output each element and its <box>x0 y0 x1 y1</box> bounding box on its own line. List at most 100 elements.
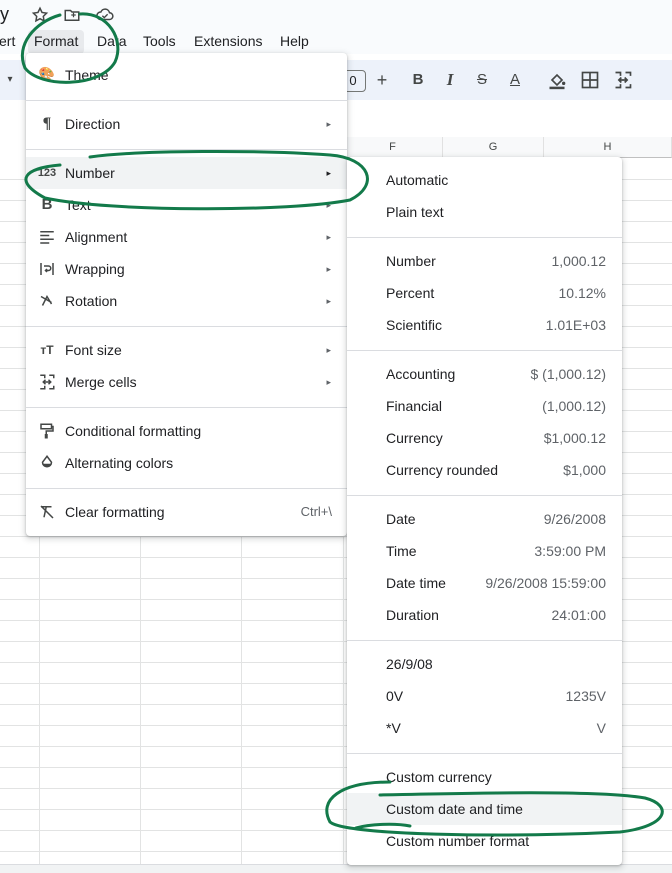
menu-item-number-format[interactable]: Date 9/26/2008 <box>347 503 622 535</box>
text-wrap-icon <box>40 263 54 275</box>
text-rotation-icon <box>40 294 53 306</box>
menu-divider <box>26 488 347 489</box>
menu-item-number-format[interactable]: Date time 9/26/2008 15:59:00 <box>347 567 622 599</box>
menu-item-number-format[interactable]: 0V 1235V <box>347 680 622 712</box>
menu-item-custom-date-time[interactable]: Custom date and time <box>347 793 622 825</box>
menu-divider <box>26 326 347 327</box>
submenu-arrow-icon: ▸ <box>326 168 331 178</box>
column-header-g[interactable]: G <box>443 137 544 158</box>
menu-item-wrapping[interactable]: Wrapping ▸ <box>26 253 347 285</box>
menu-item-font-size[interactable]: тT Font size ▸ <box>26 334 347 366</box>
pilcrow-icon: ¶ <box>42 115 52 132</box>
menu-item-number-format[interactable]: Currency rounded $1,000 <box>347 454 622 486</box>
fill-color-icon[interactable] <box>547 70 567 90</box>
menu-item-number-format[interactable]: Financial (1,000.12) <box>347 390 622 422</box>
submenu-arrow-icon: ▸ <box>326 264 331 274</box>
sheet-tabs-bar <box>0 864 672 873</box>
format-example: $1,000.12 <box>543 430 606 446</box>
menu-item-merge-cells[interactable]: Merge cells ▸ <box>26 366 347 398</box>
document-title[interactable]: y <box>0 4 9 25</box>
clear-format-icon <box>40 505 54 519</box>
bold-text-icon: B <box>41 196 53 213</box>
menu-item-plain-text[interactable]: Plain text <box>347 196 622 228</box>
menu-item-number-format[interactable]: Duration 24:01:00 <box>347 599 622 631</box>
menubar: ert Format Data Tools Extensions Help <box>0 30 672 54</box>
format-example: (1,000.12) <box>542 398 606 414</box>
menu-extensions[interactable]: Extensions <box>188 30 268 54</box>
menu-item-number-format[interactable]: Scientific 1.01E+03 <box>347 309 622 341</box>
dropdown-arrow-icon[interactable]: ▾ <box>0 70 20 90</box>
paint-roller-icon <box>40 423 54 439</box>
menu-divider <box>347 753 622 754</box>
format-example: 1,000.12 <box>551 253 607 269</box>
format-example: V <box>596 720 606 736</box>
shortcut-label: Ctrl+\ <box>300 504 332 519</box>
menu-item-number-format[interactable]: 26/9/08 <box>347 648 622 680</box>
number-submenu: Automatic Plain text Number 1,000.12 Perce… <box>347 157 622 865</box>
menu-divider <box>347 640 622 641</box>
folder-icon[interactable] <box>63 6 81 24</box>
submenu-arrow-icon: ▸ <box>326 200 331 210</box>
submenu-arrow-icon: ▸ <box>326 296 331 306</box>
menu-divider <box>26 100 347 101</box>
italic-button[interactable]: I <box>440 70 460 90</box>
format-example: $ (1,000.12) <box>530 366 607 382</box>
menu-item-number[interactable]: 123 Number ▸ <box>26 157 347 189</box>
menu-item-automatic[interactable]: Automatic <box>347 164 622 196</box>
menu-help[interactable]: Help <box>274 30 315 54</box>
text-color-button[interactable]: A <box>505 70 525 90</box>
format-example: 9/26/2008 <box>543 511 606 527</box>
font-size-icon: тT <box>40 343 54 357</box>
column-header-f[interactable]: F <box>343 137 443 158</box>
cloud-status-icon[interactable] <box>95 6 115 24</box>
format-menu: 🎨 Theme ¶ Direction ▸ 123 Number ▸ B Tex… <box>26 53 347 536</box>
menu-item-conditional-formatting[interactable]: Conditional formatting <box>26 415 347 447</box>
submenu-arrow-icon: ▸ <box>326 232 331 242</box>
format-example: 3:59:00 PM <box>534 543 606 559</box>
menu-divider <box>347 237 622 238</box>
menu-item-number-format[interactable]: Number 1,000.12 <box>347 245 622 277</box>
number-format-icon: 123 <box>37 167 57 179</box>
merge-cells-icon[interactable] <box>613 70 633 90</box>
menu-item-number-format[interactable]: Percent 10.12% <box>347 277 622 309</box>
merge-cells-icon <box>40 374 55 390</box>
menu-item-direction[interactable]: ¶ Direction ▸ <box>26 108 347 140</box>
menu-divider <box>26 149 347 150</box>
menu-item-number-format[interactable]: Time 3:59:00 PM <box>347 535 622 567</box>
menu-divider <box>347 350 622 351</box>
menu-item-text[interactable]: B Text ▸ <box>26 189 347 221</box>
menu-item-alignment[interactable]: Alignment ▸ <box>26 221 347 253</box>
menu-divider <box>347 495 622 496</box>
format-example: $1,000 <box>563 462 606 478</box>
menu-tools[interactable]: Tools <box>137 30 182 54</box>
title-row: y <box>0 0 672 30</box>
format-example: 9/26/2008 15:59:00 <box>485 575 606 591</box>
menu-item-theme[interactable]: 🎨 Theme <box>26 58 347 84</box>
menu-item-clear-formatting[interactable]: Clear formatting Ctrl+\ <box>26 496 347 528</box>
borders-icon[interactable] <box>580 70 600 90</box>
menu-item-rotation[interactable]: Rotation ▸ <box>26 285 347 317</box>
submenu-arrow-icon: ▸ <box>326 377 331 387</box>
menu-item-alternating-colors[interactable]: Alternating colors <box>26 447 347 479</box>
format-example: 1235V <box>565 688 606 704</box>
menu-item-custom-currency[interactable]: Custom currency <box>347 761 622 793</box>
menu-data[interactable]: Data <box>91 30 133 54</box>
format-example: 1.01E+03 <box>545 317 606 333</box>
align-left-icon <box>40 231 54 244</box>
increase-font-size-button[interactable]: + <box>372 70 392 90</box>
format-example: 24:01:00 <box>551 607 607 623</box>
strikethrough-button[interactable]: S <box>472 70 492 90</box>
menu-item-custom-number-format[interactable]: Custom number format <box>347 825 622 857</box>
submenu-arrow-icon: ▸ <box>326 345 331 355</box>
drop-icon <box>41 455 53 468</box>
menu-divider <box>26 407 347 408</box>
star-icon[interactable] <box>31 6 49 24</box>
menu-format[interactable]: Format <box>28 30 85 54</box>
bold-button[interactable]: B <box>408 70 428 90</box>
menu-insert[interactable]: ert <box>0 30 21 54</box>
menu-item-number-format[interactable]: Currency $1,000.12 <box>347 422 622 454</box>
menu-item-number-format[interactable]: *V V <box>347 712 622 744</box>
format-example: 10.12% <box>558 285 606 301</box>
menu-item-number-format[interactable]: Accounting $ (1,000.12) <box>347 358 622 390</box>
column-header-h[interactable]: H <box>544 137 672 158</box>
